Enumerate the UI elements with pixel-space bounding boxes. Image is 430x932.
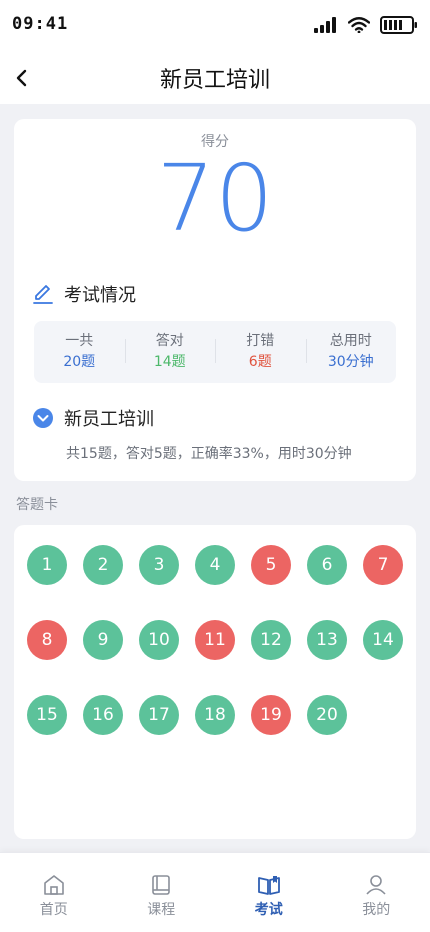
signal-icon xyxy=(314,17,336,33)
question-correct[interactable]: 15 xyxy=(27,695,67,735)
question-correct[interactable]: 17 xyxy=(139,695,179,735)
status-icons xyxy=(314,16,418,34)
stat-duration: 总用时 30分钟 xyxy=(305,331,397,373)
stat-label: 总用时 xyxy=(329,333,372,349)
user-icon xyxy=(366,875,386,895)
status-time: 09:41 xyxy=(12,14,69,34)
tab-home[interactable]: 首页 xyxy=(0,853,108,932)
course-section-header[interactable]: 新员工培训 xyxy=(32,405,154,431)
question-wrong[interactable]: 19 xyxy=(251,695,291,735)
stat-label: 一共 xyxy=(65,333,94,349)
question-wrong[interactable]: 7 xyxy=(363,545,403,585)
course-summary: 共15题，答对5题，正确率33%，用时30分钟 xyxy=(66,446,352,462)
question-grid: 1 2 3 4 5 6 7 8 9 10 11 12 13 14 15 16 17 18 19 20 xyxy=(27,545,407,735)
stat-value: 14题 xyxy=(153,354,186,370)
question-correct[interactable]: 1 xyxy=(27,545,67,585)
answer-card: 1 2 3 4 5 6 7 8 9 10 11 12 13 14 15 16 17 18 19 20 xyxy=(14,525,416,839)
question-correct[interactable]: 6 xyxy=(307,545,347,585)
question-correct[interactable]: 3 xyxy=(139,545,179,585)
tab-exam[interactable]: 考试 xyxy=(215,853,323,932)
status-bar: 09:41 xyxy=(0,0,430,52)
question-correct[interactable]: 18 xyxy=(195,695,235,735)
question-correct[interactable]: 10 xyxy=(139,620,179,660)
stat-label: 打错 xyxy=(246,333,275,349)
nav-bar: 新员工培训 xyxy=(0,52,430,104)
tab-mine[interactable]: 我的 xyxy=(323,853,430,932)
stat-total: 一共 20题 xyxy=(34,331,125,373)
tab-bar: 首页 课程 考试 我的 xyxy=(0,852,430,932)
tab-label: 考试 xyxy=(254,902,283,918)
stat-value: 30分钟 xyxy=(327,354,374,370)
exam-stats: 一共 20题 答对 14题 打错 6题 总用时 30分钟 xyxy=(34,321,396,383)
wifi-icon xyxy=(348,17,370,33)
chevron-down-circle-icon[interactable] xyxy=(32,407,54,429)
stat-value: 6题 xyxy=(248,354,272,370)
question-correct[interactable]: 13 xyxy=(307,620,347,660)
stat-label: 答对 xyxy=(155,333,184,349)
answer-card-label: 答题卡 xyxy=(16,497,58,513)
question-correct[interactable]: 12 xyxy=(251,620,291,660)
exam-section-title: 考试情况 xyxy=(64,285,136,306)
question-correct[interactable]: 20 xyxy=(307,695,347,735)
book-icon xyxy=(152,875,171,895)
question-wrong[interactable]: 11 xyxy=(195,620,235,660)
question-wrong[interactable]: 5 xyxy=(251,545,291,585)
score-value: 70 xyxy=(156,145,274,252)
question-correct[interactable]: 2 xyxy=(83,545,123,585)
tab-course[interactable]: 课程 xyxy=(108,853,216,932)
question-correct[interactable]: 4 xyxy=(195,545,235,585)
question-correct[interactable]: 14 xyxy=(363,620,403,660)
question-wrong[interactable]: 8 xyxy=(27,620,67,660)
stat-wrong: 打错 6题 xyxy=(215,331,306,373)
page-title: 新员工培训 xyxy=(159,68,270,93)
tab-label: 首页 xyxy=(39,902,68,918)
stat-correct: 答对 14题 xyxy=(124,331,216,373)
exam-section-header: 考试情况 xyxy=(32,281,136,307)
battery-icon xyxy=(380,16,417,34)
home-icon xyxy=(43,875,64,895)
edit-pencil-icon xyxy=(33,285,53,304)
course-title: 新员工培训 xyxy=(64,409,154,430)
question-correct[interactable]: 9 xyxy=(83,620,123,660)
score-card: 得分 70 考试情况 一共 20题 答对 14题 打错 6题 总用时 30分钟 xyxy=(14,119,416,481)
tab-label: 我的 xyxy=(362,902,391,918)
stat-value: 20题 xyxy=(63,354,96,370)
open-book-icon xyxy=(257,876,280,895)
question-correct[interactable]: 16 xyxy=(83,695,123,735)
tab-label: 课程 xyxy=(147,902,176,918)
